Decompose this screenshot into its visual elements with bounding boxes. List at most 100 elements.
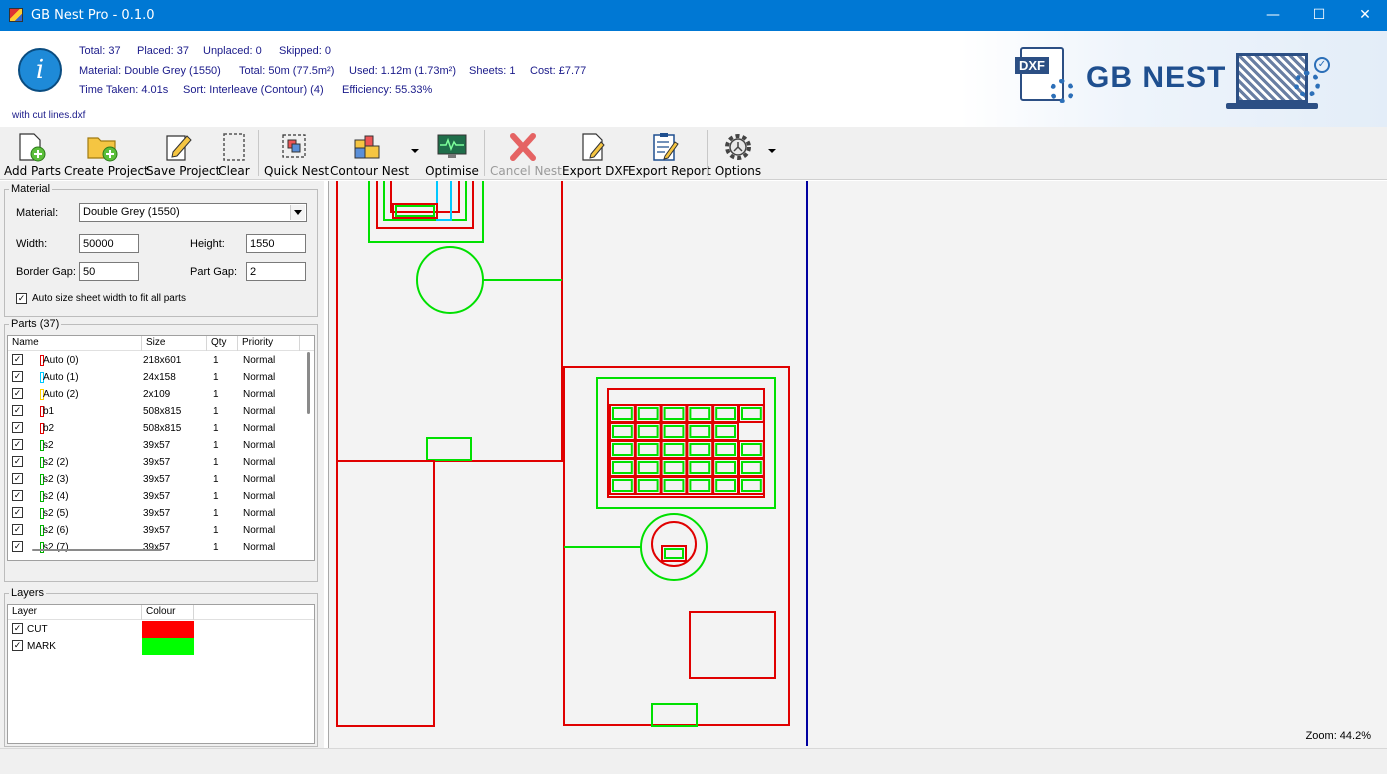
part-checkbox[interactable]: ✓ bbox=[12, 456, 23, 467]
part-checkbox[interactable]: ✓ bbox=[12, 439, 23, 450]
column-header-qty[interactable]: Qty bbox=[207, 336, 238, 351]
table-row[interactable]: ✓ s2 (6) 39x57 1 Normal bbox=[8, 522, 308, 539]
part-checkbox[interactable]: ✓ bbox=[12, 388, 23, 399]
width-input[interactable] bbox=[79, 234, 139, 253]
part-priority: Normal bbox=[243, 508, 276, 519]
table-row[interactable]: ✓ s2 (5) 39x57 1 Normal bbox=[8, 505, 308, 522]
part-qty: 1 bbox=[213, 372, 219, 383]
autosize-checkbox[interactable]: ✓ bbox=[16, 293, 27, 304]
width-label: Width: bbox=[16, 238, 48, 250]
title-bar: GB Nest Pro - 0.1.0 — ☐ ✕ bbox=[0, 0, 1387, 31]
small-part-mark bbox=[663, 461, 685, 474]
add-parts-button[interactable]: Add Parts bbox=[4, 127, 61, 180]
export-dxf-button[interactable]: Export DXF bbox=[562, 127, 629, 180]
part-name: Auto (0) bbox=[43, 355, 79, 366]
contour-nest-dropdown-icon[interactable] bbox=[411, 149, 419, 153]
optimise-button[interactable]: Optimise bbox=[424, 127, 480, 180]
layer-checkbox[interactable]: ✓ bbox=[12, 623, 23, 634]
column-header-name[interactable]: Name bbox=[8, 336, 142, 351]
table-row[interactable]: ✓ Auto (1) 24x158 1 Normal bbox=[8, 369, 308, 386]
status-bar bbox=[0, 748, 1387, 774]
part-outline bbox=[689, 611, 776, 679]
save-project-button[interactable]: Save Project bbox=[146, 127, 220, 180]
column-header-size[interactable]: Size bbox=[142, 336, 207, 351]
table-row[interactable]: ✓ b2 508x815 1 Normal bbox=[8, 420, 308, 437]
contour-nest-button[interactable]: Contour Nest bbox=[330, 127, 409, 180]
export-report-button[interactable]: Export Report bbox=[628, 127, 711, 180]
table-row[interactable]: ✓ s2 (3) 39x57 1 Normal bbox=[8, 471, 308, 488]
small-part-mark bbox=[637, 479, 659, 492]
table-row[interactable]: ✓ s2 (7) 39x57 1 Normal bbox=[8, 539, 308, 556]
part-priority: Normal bbox=[243, 372, 276, 383]
column-header-priority[interactable]: Priority bbox=[238, 336, 300, 351]
contour-nest-icon bbox=[354, 135, 380, 159]
toolbar-separator bbox=[258, 130, 259, 176]
quick-nest-button[interactable]: Quick Nest bbox=[264, 127, 329, 180]
table-row[interactable]: ✓ s2 (2) 39x57 1 Normal bbox=[8, 454, 308, 471]
clear-selection-icon bbox=[223, 133, 245, 161]
column-header-layer[interactable]: Layer bbox=[8, 605, 142, 620]
gear-icon bbox=[1294, 71, 1320, 97]
height-input[interactable] bbox=[246, 234, 306, 253]
table-row[interactable]: ✓ Auto (0) 218x601 1 Normal bbox=[8, 352, 308, 369]
part-priority: Normal bbox=[243, 423, 276, 434]
part-checkbox[interactable]: ✓ bbox=[12, 507, 23, 518]
part-priority: Normal bbox=[243, 389, 276, 400]
cancel-x-icon bbox=[510, 133, 536, 161]
toolbar-separator bbox=[707, 130, 708, 176]
part-checkbox[interactable]: ✓ bbox=[12, 490, 23, 501]
part-checkbox[interactable]: ✓ bbox=[12, 541, 23, 552]
part-checkbox[interactable]: ✓ bbox=[12, 524, 23, 535]
column-header-colour[interactable]: Colour bbox=[142, 605, 194, 620]
small-part-mark bbox=[715, 479, 737, 492]
small-part-mark bbox=[637, 407, 659, 420]
table-row[interactable]: ✓ b1 508x815 1 Normal bbox=[8, 403, 308, 420]
border-gap-input[interactable] bbox=[79, 262, 139, 281]
part-qty: 1 bbox=[213, 491, 219, 502]
small-part-mark bbox=[612, 479, 633, 492]
layer-colour-swatch[interactable] bbox=[142, 638, 194, 655]
create-project-button[interactable]: Create Project bbox=[64, 127, 149, 180]
material-select[interactable]: Double Grey (1550) bbox=[79, 203, 307, 222]
table-row[interactable]: ✓ s2 39x57 1 Normal bbox=[8, 437, 308, 454]
maximize-button[interactable]: ☐ bbox=[1296, 0, 1342, 31]
layer-colour-swatch[interactable] bbox=[142, 621, 194, 638]
part-qty: 1 bbox=[213, 355, 219, 366]
nest-canvas[interactable]: Zoom: 44.2% bbox=[328, 181, 1387, 748]
parts-list[interactable]: Name Size Qty Priority ✓ Auto (0) 218x601 1… bbox=[7, 335, 315, 561]
part-gap-input[interactable] bbox=[246, 262, 306, 281]
part-checkbox[interactable]: ✓ bbox=[12, 371, 23, 382]
layer-checkbox[interactable]: ✓ bbox=[12, 640, 23, 651]
part-checkbox[interactable]: ✓ bbox=[12, 473, 23, 484]
part-name: s2 (3) bbox=[43, 474, 69, 485]
gear-icon bbox=[725, 134, 751, 160]
part-checkbox[interactable]: ✓ bbox=[12, 405, 23, 416]
nest-drawing[interactable] bbox=[329, 181, 1387, 748]
options-button[interactable]: Options bbox=[712, 127, 764, 180]
part-checkbox[interactable]: ✓ bbox=[12, 422, 23, 433]
minimize-button[interactable]: — bbox=[1250, 0, 1296, 31]
stat-placed: Placed: 37 bbox=[137, 45, 189, 57]
part-priority: Normal bbox=[243, 406, 276, 417]
clear-button[interactable]: Clear bbox=[216, 127, 252, 180]
part-name: Auto (1) bbox=[43, 372, 79, 383]
layers-list[interactable]: Layer Colour ✓ CUT ✓ MARK bbox=[7, 604, 315, 744]
options-dropdown-icon[interactable] bbox=[768, 149, 776, 153]
table-row[interactable]: ✓ Auto (2) 2x109 1 Normal bbox=[8, 386, 308, 403]
table-row[interactable]: ✓ CUT bbox=[8, 621, 308, 638]
chevron-down-icon[interactable] bbox=[290, 205, 305, 220]
table-row[interactable]: ✓ s2 (4) 39x57 1 Normal bbox=[8, 488, 308, 505]
material-label: Material: bbox=[16, 207, 59, 219]
close-button[interactable]: ✕ bbox=[1342, 0, 1387, 31]
part-size: 24x158 bbox=[143, 372, 176, 383]
table-row[interactable]: ✓ MARK bbox=[8, 638, 308, 655]
cancel-nest-button[interactable]: Cancel Nest bbox=[490, 127, 562, 180]
small-part-mark bbox=[689, 479, 711, 492]
stat-sort: Sort: Interleave (Contour) (4) bbox=[183, 84, 324, 96]
small-part-mark bbox=[663, 425, 685, 438]
part-checkbox[interactable]: ✓ bbox=[12, 354, 23, 365]
part-name: s2 bbox=[43, 440, 54, 451]
part-size: 39x57 bbox=[143, 542, 171, 553]
parts-horizontal-scrollbar[interactable] bbox=[32, 549, 162, 551]
parts-vertical-scrollbar[interactable] bbox=[307, 352, 310, 414]
